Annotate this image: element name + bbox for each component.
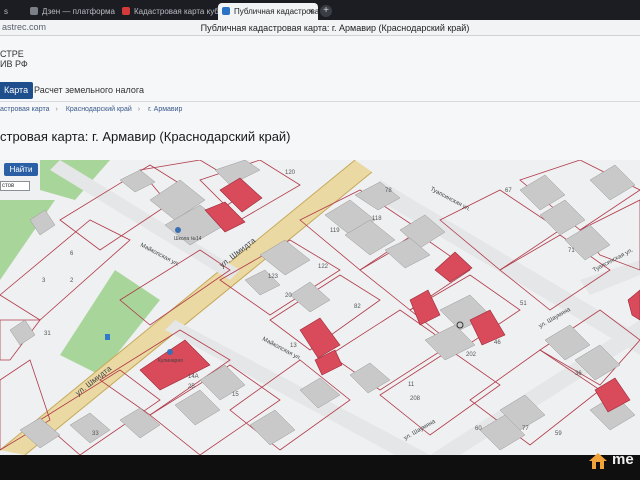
parcel-number: 25 bbox=[188, 384, 195, 390]
parcel-number: 11 bbox=[408, 382, 415, 388]
poi-label: Школа №14 bbox=[174, 236, 202, 242]
find-button[interactable]: Найти bbox=[4, 163, 38, 176]
green-area bbox=[0, 200, 55, 280]
breadcrumb-item[interactable]: Краснодарский край bbox=[66, 106, 132, 113]
parcel-number: 123 bbox=[268, 274, 279, 280]
brand-line-1: СТРЕ bbox=[0, 49, 24, 59]
close-tab-icon[interactable]: × bbox=[309, 6, 314, 16]
parcel-number: 120 bbox=[285, 170, 296, 176]
parcel-number: 59 bbox=[555, 431, 562, 437]
new-tab-button[interactable]: + bbox=[320, 5, 332, 17]
tab-partial[interactable]: s bbox=[0, 3, 26, 20]
parcel-number: 122 bbox=[318, 264, 329, 270]
parcel-number: 51 bbox=[520, 301, 527, 307]
parcel-number: 20 bbox=[285, 293, 292, 299]
parcel-number: 202 bbox=[466, 352, 477, 358]
page-title: стровая карта: г. Армавир (Краснодарский… bbox=[0, 129, 291, 144]
browser-tab-strip: s Дзен — платформа для Кадастровая карта… bbox=[0, 0, 640, 20]
address-bar[interactable]: astrec.com Публичная кадастровая карта: … bbox=[0, 20, 640, 36]
nav-land-tax-link[interactable]: Расчет земельного налога bbox=[34, 85, 144, 95]
tab-kuban-cadastre[interactable]: Кадастровая карта кубан bbox=[118, 3, 218, 20]
tab-dzen[interactable]: Дзен — платформа для bbox=[26, 3, 116, 20]
watermark-house-icon bbox=[589, 453, 607, 469]
street-label: ул. Шаумяна bbox=[403, 418, 437, 441]
parcel-number: 14А bbox=[188, 374, 199, 380]
nav-map-button[interactable]: Карта bbox=[0, 82, 34, 99]
tab-label: Кадастровая карта кубан bbox=[134, 7, 218, 16]
parcel-number: 71 bbox=[568, 248, 575, 254]
parcel-number: 119 bbox=[330, 228, 340, 234]
parcel-number: 77 bbox=[522, 426, 529, 432]
tab-label: Публичная кадастровая ка bbox=[234, 7, 318, 16]
document-title: Публичная кадастровая карта: г. Армавир … bbox=[200, 23, 470, 33]
layer-select[interactable]: стов bbox=[0, 181, 30, 191]
parcel-number: 60 bbox=[475, 426, 482, 432]
parcel-number: 31 bbox=[44, 331, 51, 337]
parcel-number: 6 bbox=[70, 251, 74, 257]
monitor-bezel bbox=[0, 455, 640, 480]
tab-label: s bbox=[4, 7, 8, 16]
brand-line-2: ИВ РФ bbox=[0, 59, 28, 69]
parcel-number: 78 bbox=[385, 188, 392, 194]
breadcrumb-separator: › bbox=[55, 106, 58, 113]
parcel-number: 2 bbox=[70, 278, 74, 284]
parcel-number: 67 bbox=[505, 188, 512, 194]
site-header: СТРЕ ИВ РФ Карта Расчет земельного налог… bbox=[0, 36, 640, 160]
cadastre-favicon-icon bbox=[122, 7, 130, 15]
tab-public-cadastre-active[interactable]: Публичная кадастровая ка× bbox=[218, 3, 318, 20]
parcel-number: 82 bbox=[354, 304, 361, 310]
map-poi-marker[interactable] bbox=[175, 227, 181, 233]
map-canvas[interactable]: ул. Шмидта ул. Шмидта Майкопская ул. Май… bbox=[0, 160, 640, 455]
breadcrumb-item[interactable]: г. Армавир bbox=[148, 106, 182, 113]
map-favicon-icon bbox=[222, 7, 230, 15]
url-text[interactable]: astrec.com bbox=[2, 22, 46, 32]
parcel-number: 46 bbox=[494, 340, 501, 346]
breadcrumb-item[interactable]: астровая карта bbox=[0, 106, 50, 113]
parcel-number: 118 bbox=[372, 216, 382, 222]
main-nav: Карта Расчет земельного налога bbox=[0, 80, 640, 102]
dzen-favicon-icon bbox=[30, 7, 38, 15]
parcel-number: 3 bbox=[42, 278, 46, 284]
street-label: ул. Шаумяна bbox=[538, 306, 572, 329]
tab-label: Дзен — платформа для bbox=[42, 7, 116, 16]
parcel-number: 15 bbox=[232, 392, 239, 398]
parcel-number: 33 bbox=[92, 431, 99, 437]
cadastral-map[interactable]: ул. Шмидта ул. Шмидта Майкопская ул. Май… bbox=[0, 160, 640, 455]
street-label: Туапсинская ул. bbox=[429, 186, 471, 212]
screen: s Дзен — платформа для Кадастровая карта… bbox=[0, 0, 640, 480]
parcel-number: 208 bbox=[410, 396, 421, 402]
watermark-text: me bbox=[612, 451, 634, 468]
breadcrumb: астровая карта › Краснодарский край › г. А… bbox=[0, 106, 188, 113]
breadcrumb-separator: › bbox=[137, 106, 141, 113]
poi-label: Кулинария bbox=[158, 358, 183, 364]
map-poi-marker[interactable] bbox=[167, 349, 173, 355]
parcel-number: 36 bbox=[575, 371, 582, 377]
parcel-number: 13 bbox=[290, 343, 297, 349]
green-area bbox=[60, 270, 160, 375]
bus-stop-icon[interactable] bbox=[105, 334, 110, 340]
